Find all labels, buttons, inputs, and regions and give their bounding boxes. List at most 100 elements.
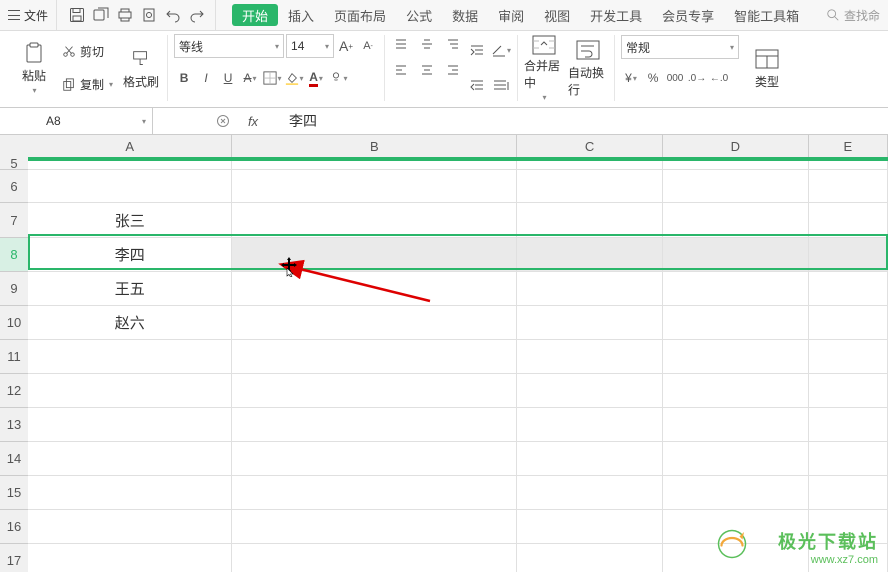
cell-C15[interactable] (517, 476, 663, 509)
increase-font-icon[interactable]: A+ (336, 36, 356, 56)
align-bottom-icon[interactable] (443, 35, 463, 55)
font-color-button[interactable]: A▾ (306, 68, 326, 88)
cell-B10[interactable] (232, 306, 517, 339)
tab-smart-tools[interactable]: 智能工具箱 (724, 0, 809, 30)
row-header-17[interactable]: 17 (0, 544, 28, 572)
print-icon[interactable] (117, 7, 133, 23)
cell-A6[interactable] (28, 170, 232, 202)
align-middle-icon[interactable] (417, 35, 437, 55)
tab-review[interactable]: 审阅 (488, 0, 534, 30)
font-size-select[interactable]: 14▾ (286, 34, 334, 58)
cell-A14[interactable] (28, 442, 232, 475)
cell-C9[interactable] (517, 272, 663, 305)
cell-E9[interactable] (809, 272, 888, 305)
column-header-A[interactable]: A (28, 135, 232, 157)
cell-D10[interactable] (663, 306, 809, 339)
row-header-14[interactable]: 14 (0, 442, 28, 476)
fx-icon[interactable]: fx (243, 111, 263, 131)
tab-view[interactable]: 视图 (534, 0, 580, 30)
row-header-8[interactable]: 8 (0, 238, 28, 272)
save-icon[interactable] (69, 7, 85, 23)
cell-A9[interactable]: 王五 (28, 272, 232, 305)
cell-C14[interactable] (517, 442, 663, 475)
row-header-9[interactable]: 9 (0, 272, 28, 306)
cell-C7[interactable] (517, 203, 663, 237)
paragraph-icon[interactable] (491, 76, 511, 96)
redo-icon[interactable] (189, 7, 205, 23)
cell-E14[interactable] (809, 442, 888, 475)
cell-E11[interactable] (809, 340, 888, 373)
orientation-icon[interactable]: ▾ (491, 41, 511, 61)
align-center-icon[interactable] (417, 61, 437, 81)
cell-C8[interactable] (517, 238, 663, 271)
cell-E7[interactable] (809, 203, 888, 237)
cut-button[interactable]: 剪切 (58, 41, 117, 61)
row-header-16[interactable]: 16 (0, 510, 28, 544)
decrease-indent-icon[interactable] (467, 76, 487, 96)
cell-D6[interactable] (663, 170, 809, 202)
row-header-10[interactable]: 10 (0, 306, 28, 340)
cell-B12[interactable] (232, 374, 517, 407)
column-header-E[interactable]: E (809, 135, 888, 157)
print-preview-icon[interactable] (141, 7, 157, 23)
align-left-icon[interactable] (391, 61, 411, 81)
underline-button[interactable]: U (218, 68, 238, 88)
cell-E12[interactable] (809, 374, 888, 407)
percent-icon[interactable]: % (643, 68, 663, 88)
align-top-icon[interactable] (391, 35, 411, 55)
row-header-7[interactable]: 7 (0, 203, 28, 238)
undo-icon[interactable] (165, 7, 181, 23)
cell-C6[interactable] (517, 170, 663, 202)
cell-B17[interactable] (232, 544, 517, 572)
tab-dev-tools[interactable]: 开发工具 (580, 0, 652, 30)
phonetic-button[interactable]: ▾ (328, 68, 348, 88)
cell-E8[interactable] (809, 238, 888, 271)
cell-D13[interactable] (663, 408, 809, 441)
row-header-15[interactable]: 15 (0, 476, 28, 510)
cell-A10[interactable]: 赵六 (28, 306, 232, 339)
cell-A11[interactable] (28, 340, 232, 373)
cell-D11[interactable] (663, 340, 809, 373)
italic-button[interactable]: I (196, 68, 216, 88)
cell-E6[interactable] (809, 170, 888, 202)
cell-B6[interactable] (232, 170, 517, 202)
cell-E13[interactable] (809, 408, 888, 441)
align-right-icon[interactable] (443, 61, 463, 81)
font-name-select[interactable]: 等线▾ (174, 34, 284, 58)
search-box[interactable]: 查找命 (826, 7, 884, 24)
decrease-decimal-icon[interactable]: ←.0 (709, 68, 729, 88)
cancel-formula-icon[interactable] (213, 111, 233, 131)
bold-button[interactable]: B (174, 68, 194, 88)
cell-E10[interactable] (809, 306, 888, 339)
cell-C17[interactable] (517, 544, 663, 572)
currency-icon[interactable]: ¥▾ (621, 68, 641, 88)
row-header-6[interactable]: 6 (0, 170, 28, 203)
fill-color-button[interactable]: ▾ (284, 68, 304, 88)
row-header-5[interactable]: 5 (0, 157, 28, 170)
cell-C16[interactable] (517, 510, 663, 543)
save-as-icon[interactable] (93, 7, 109, 23)
cell-C11[interactable] (517, 340, 663, 373)
cell-A13[interactable] (28, 408, 232, 441)
cell-B14[interactable] (232, 442, 517, 475)
increase-decimal-icon[interactable]: .0→ (687, 68, 707, 88)
strikethrough-button[interactable]: A▾ (240, 68, 260, 88)
formula-input[interactable]: 李四 (283, 111, 888, 131)
tab-formula[interactable]: 公式 (396, 0, 442, 30)
cell-style-button[interactable]: 类型 (747, 35, 787, 101)
merge-center-button[interactable]: 合并居中▾ (524, 35, 564, 101)
cell-A7[interactable]: 张三 (28, 203, 232, 237)
row-header-12[interactable]: 12 (0, 374, 28, 408)
cell-D14[interactable] (663, 442, 809, 475)
tab-insert[interactable]: 插入 (278, 0, 324, 30)
copy-button[interactable]: 复制▾ (58, 75, 117, 95)
wrap-text-button[interactable]: 自动换行 (568, 35, 608, 101)
cell-D5[interactable] (663, 157, 809, 169)
cell-B13[interactable] (232, 408, 517, 441)
tab-data[interactable]: 数据 (442, 0, 488, 30)
number-format-select[interactable]: 常规▾ (621, 35, 739, 59)
cell-A5[interactable] (28, 157, 232, 169)
cell-A8[interactable]: 李四 (28, 238, 232, 271)
cell-A17[interactable] (28, 544, 232, 572)
cell-D9[interactable] (663, 272, 809, 305)
